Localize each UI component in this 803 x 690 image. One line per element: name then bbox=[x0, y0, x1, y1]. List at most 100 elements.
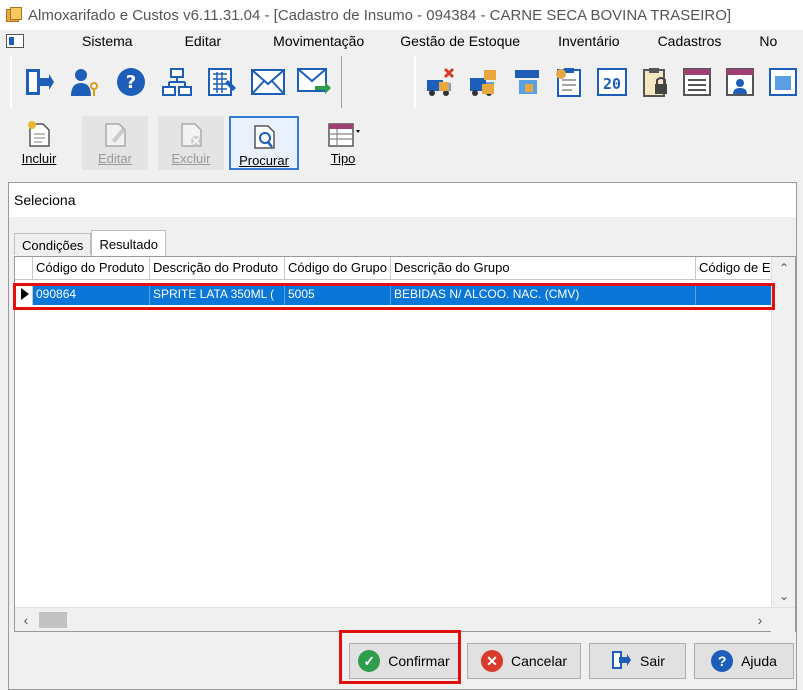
scroll-right-icon[interactable]: › bbox=[749, 608, 771, 632]
tab-resultado[interactable]: Resultado bbox=[91, 230, 166, 256]
column-header-codigo-produto[interactable]: Código do Produto bbox=[33, 257, 150, 280]
truck-cancel-icon bbox=[424, 65, 458, 99]
check-icon: ✓ bbox=[358, 650, 381, 672]
column-header-codigo-e[interactable]: Código de E bbox=[696, 257, 771, 280]
menu-more[interactable]: No bbox=[751, 33, 785, 49]
more-button[interactable] bbox=[764, 60, 801, 104]
ajuda-label: Ajuda bbox=[741, 653, 777, 669]
more-icon bbox=[766, 65, 800, 99]
counter-button[interactable]: 20 bbox=[594, 60, 631, 104]
window-title: Almoxarifado e Custos v6.11.31.04 - [Cad… bbox=[28, 6, 732, 24]
menu-editar[interactable]: Editar bbox=[177, 33, 230, 49]
table-row[interactable]: 090864 SPRITE LATA 350ML ( 5005 BEBIDAS … bbox=[15, 283, 771, 305]
exit-button[interactable] bbox=[19, 60, 59, 104]
editar-label: Editar bbox=[98, 151, 132, 166]
report-user-icon bbox=[723, 65, 757, 99]
cancel-icon: ✕ bbox=[480, 650, 503, 672]
menu-bar: Sistema Editar Movimentação Gestão de Es… bbox=[0, 30, 803, 52]
procurar-button[interactable]: Procurar bbox=[229, 116, 299, 170]
horizontal-scrollbar[interactable]: ‹ › bbox=[15, 607, 795, 632]
calculator-icon bbox=[205, 65, 239, 99]
system-menu-icon[interactable] bbox=[6, 34, 24, 48]
menu-cadastros[interactable]: Cadastros bbox=[650, 33, 730, 49]
mail-icon bbox=[251, 65, 286, 99]
cell-codigo-produto[interactable]: 090864 bbox=[33, 283, 150, 305]
row-indicator bbox=[15, 283, 33, 305]
calculator-button[interactable] bbox=[202, 60, 242, 104]
excluir-button[interactable]: Excluir bbox=[158, 116, 224, 170]
dialog-button-bar: ✓ Confirmar ✕ Cancelar Sair ? Ajuda bbox=[9, 634, 796, 689]
edit-document-icon bbox=[105, 123, 126, 147]
list-icon bbox=[680, 65, 714, 99]
grid-header: Código do Produto Descrição do Produto C… bbox=[15, 257, 771, 280]
scrollbar-corner bbox=[771, 608, 795, 632]
exit-icon bbox=[22, 65, 56, 99]
incluir-label: Incluir bbox=[21, 151, 57, 166]
confirmar-label: Confirmar bbox=[388, 653, 450, 669]
main-toolbar: ? 20 bbox=[0, 52, 803, 110]
column-header-codigo-grupo[interactable]: Código do Grupo bbox=[285, 257, 391, 280]
cell-descricao-produto[interactable]: SPRITE LATA 350ML ( bbox=[150, 283, 285, 305]
column-header-descricao-produto[interactable]: Descrição do Produto bbox=[150, 257, 285, 280]
horizontal-scroll-thumb[interactable] bbox=[39, 612, 67, 628]
help-button[interactable]: ? bbox=[111, 60, 151, 104]
indicator-header bbox=[15, 257, 33, 280]
menu-movimentacao[interactable]: Movimentação bbox=[265, 33, 372, 49]
search-document-icon bbox=[254, 125, 275, 149]
toolbar-group-1: ? bbox=[10, 56, 342, 108]
vertical-scrollbar[interactable]: ⌃ ⌄ bbox=[771, 257, 795, 607]
list-button[interactable] bbox=[679, 60, 716, 104]
background-window-edge bbox=[797, 182, 803, 690]
mail-send-button[interactable] bbox=[294, 60, 334, 104]
clipboard-star-button[interactable] bbox=[551, 60, 588, 104]
new-document-icon bbox=[28, 121, 50, 147]
editar-button[interactable]: Editar bbox=[82, 116, 148, 170]
tab-condicoes[interactable]: Condições bbox=[14, 233, 92, 255]
scroll-up-icon[interactable]: ⌃ bbox=[772, 257, 796, 279]
mail-button[interactable] bbox=[248, 60, 288, 104]
title-bar: Almoxarifado e Custos v6.11.31.04 - [Cad… bbox=[0, 0, 803, 30]
row-pointer-icon bbox=[21, 288, 29, 300]
dialog-tabs: Condições Resultado bbox=[14, 229, 166, 256]
menu-sistema[interactable]: Sistema bbox=[74, 33, 141, 49]
tipo-button[interactable]: Tipo bbox=[310, 116, 376, 170]
results-grid: Código do Produto Descrição do Produto C… bbox=[14, 256, 796, 632]
clipboard-star-icon bbox=[552, 65, 586, 99]
menu-inventario[interactable]: Inventário bbox=[550, 33, 627, 49]
tipo-label: Tipo bbox=[330, 151, 356, 166]
scroll-left-icon[interactable]: ‹ bbox=[15, 608, 37, 632]
seleciona-dialog: Seleciona Condições Resultado Código do … bbox=[8, 182, 797, 690]
truck-box-icon bbox=[467, 65, 501, 99]
app-folder-icon bbox=[6, 7, 22, 23]
cell-descricao-grupo[interactable]: BEBIDAS N/ ALCOO. NAC. (CMV) bbox=[391, 283, 696, 305]
delete-document-icon bbox=[181, 123, 202, 147]
cell-codigo-grupo[interactable]: 5005 bbox=[285, 283, 391, 305]
action-toolbar: Incluir Editar Excluir Procurar Tipo bbox=[0, 112, 803, 174]
grid-dropdown-icon bbox=[328, 123, 360, 147]
cell-codigo-e[interactable] bbox=[696, 283, 771, 305]
report-user-button[interactable] bbox=[722, 60, 759, 104]
sair-button[interactable]: Sair bbox=[589, 643, 686, 679]
org-chart-button[interactable] bbox=[157, 60, 197, 104]
exit-door-icon bbox=[610, 649, 632, 674]
column-header-descricao-grupo[interactable]: Descrição do Grupo bbox=[391, 257, 696, 280]
application-window: Almoxarifado e Custos v6.11.31.04 - [Cad… bbox=[0, 0, 803, 690]
truck-box-button[interactable] bbox=[466, 60, 503, 104]
confirmar-button[interactable]: ✓ Confirmar bbox=[349, 643, 459, 679]
menu-gestao-estoque[interactable]: Gestão de Estoque bbox=[392, 33, 528, 49]
help-icon: ? bbox=[114, 65, 148, 99]
incluir-button[interactable]: Incluir bbox=[6, 116, 72, 170]
scroll-down-icon[interactable]: ⌄ bbox=[772, 585, 796, 607]
clipboard-lock-button[interactable] bbox=[636, 60, 673, 104]
procurar-label: Procurar bbox=[239, 153, 289, 168]
cancelar-label: Cancelar bbox=[510, 653, 568, 669]
dialog-title-bar: Seleciona bbox=[9, 183, 796, 217]
excluir-label: Excluir bbox=[171, 151, 211, 166]
ajuda-button[interactable]: ? Ajuda bbox=[694, 643, 794, 679]
transfer-button[interactable] bbox=[508, 60, 545, 104]
transfer-icon bbox=[510, 65, 544, 99]
user-key-button[interactable] bbox=[65, 60, 105, 104]
user-key-icon bbox=[68, 65, 102, 99]
truck-cancel-button[interactable] bbox=[423, 60, 460, 104]
cancelar-button[interactable]: ✕ Cancelar bbox=[467, 643, 581, 679]
